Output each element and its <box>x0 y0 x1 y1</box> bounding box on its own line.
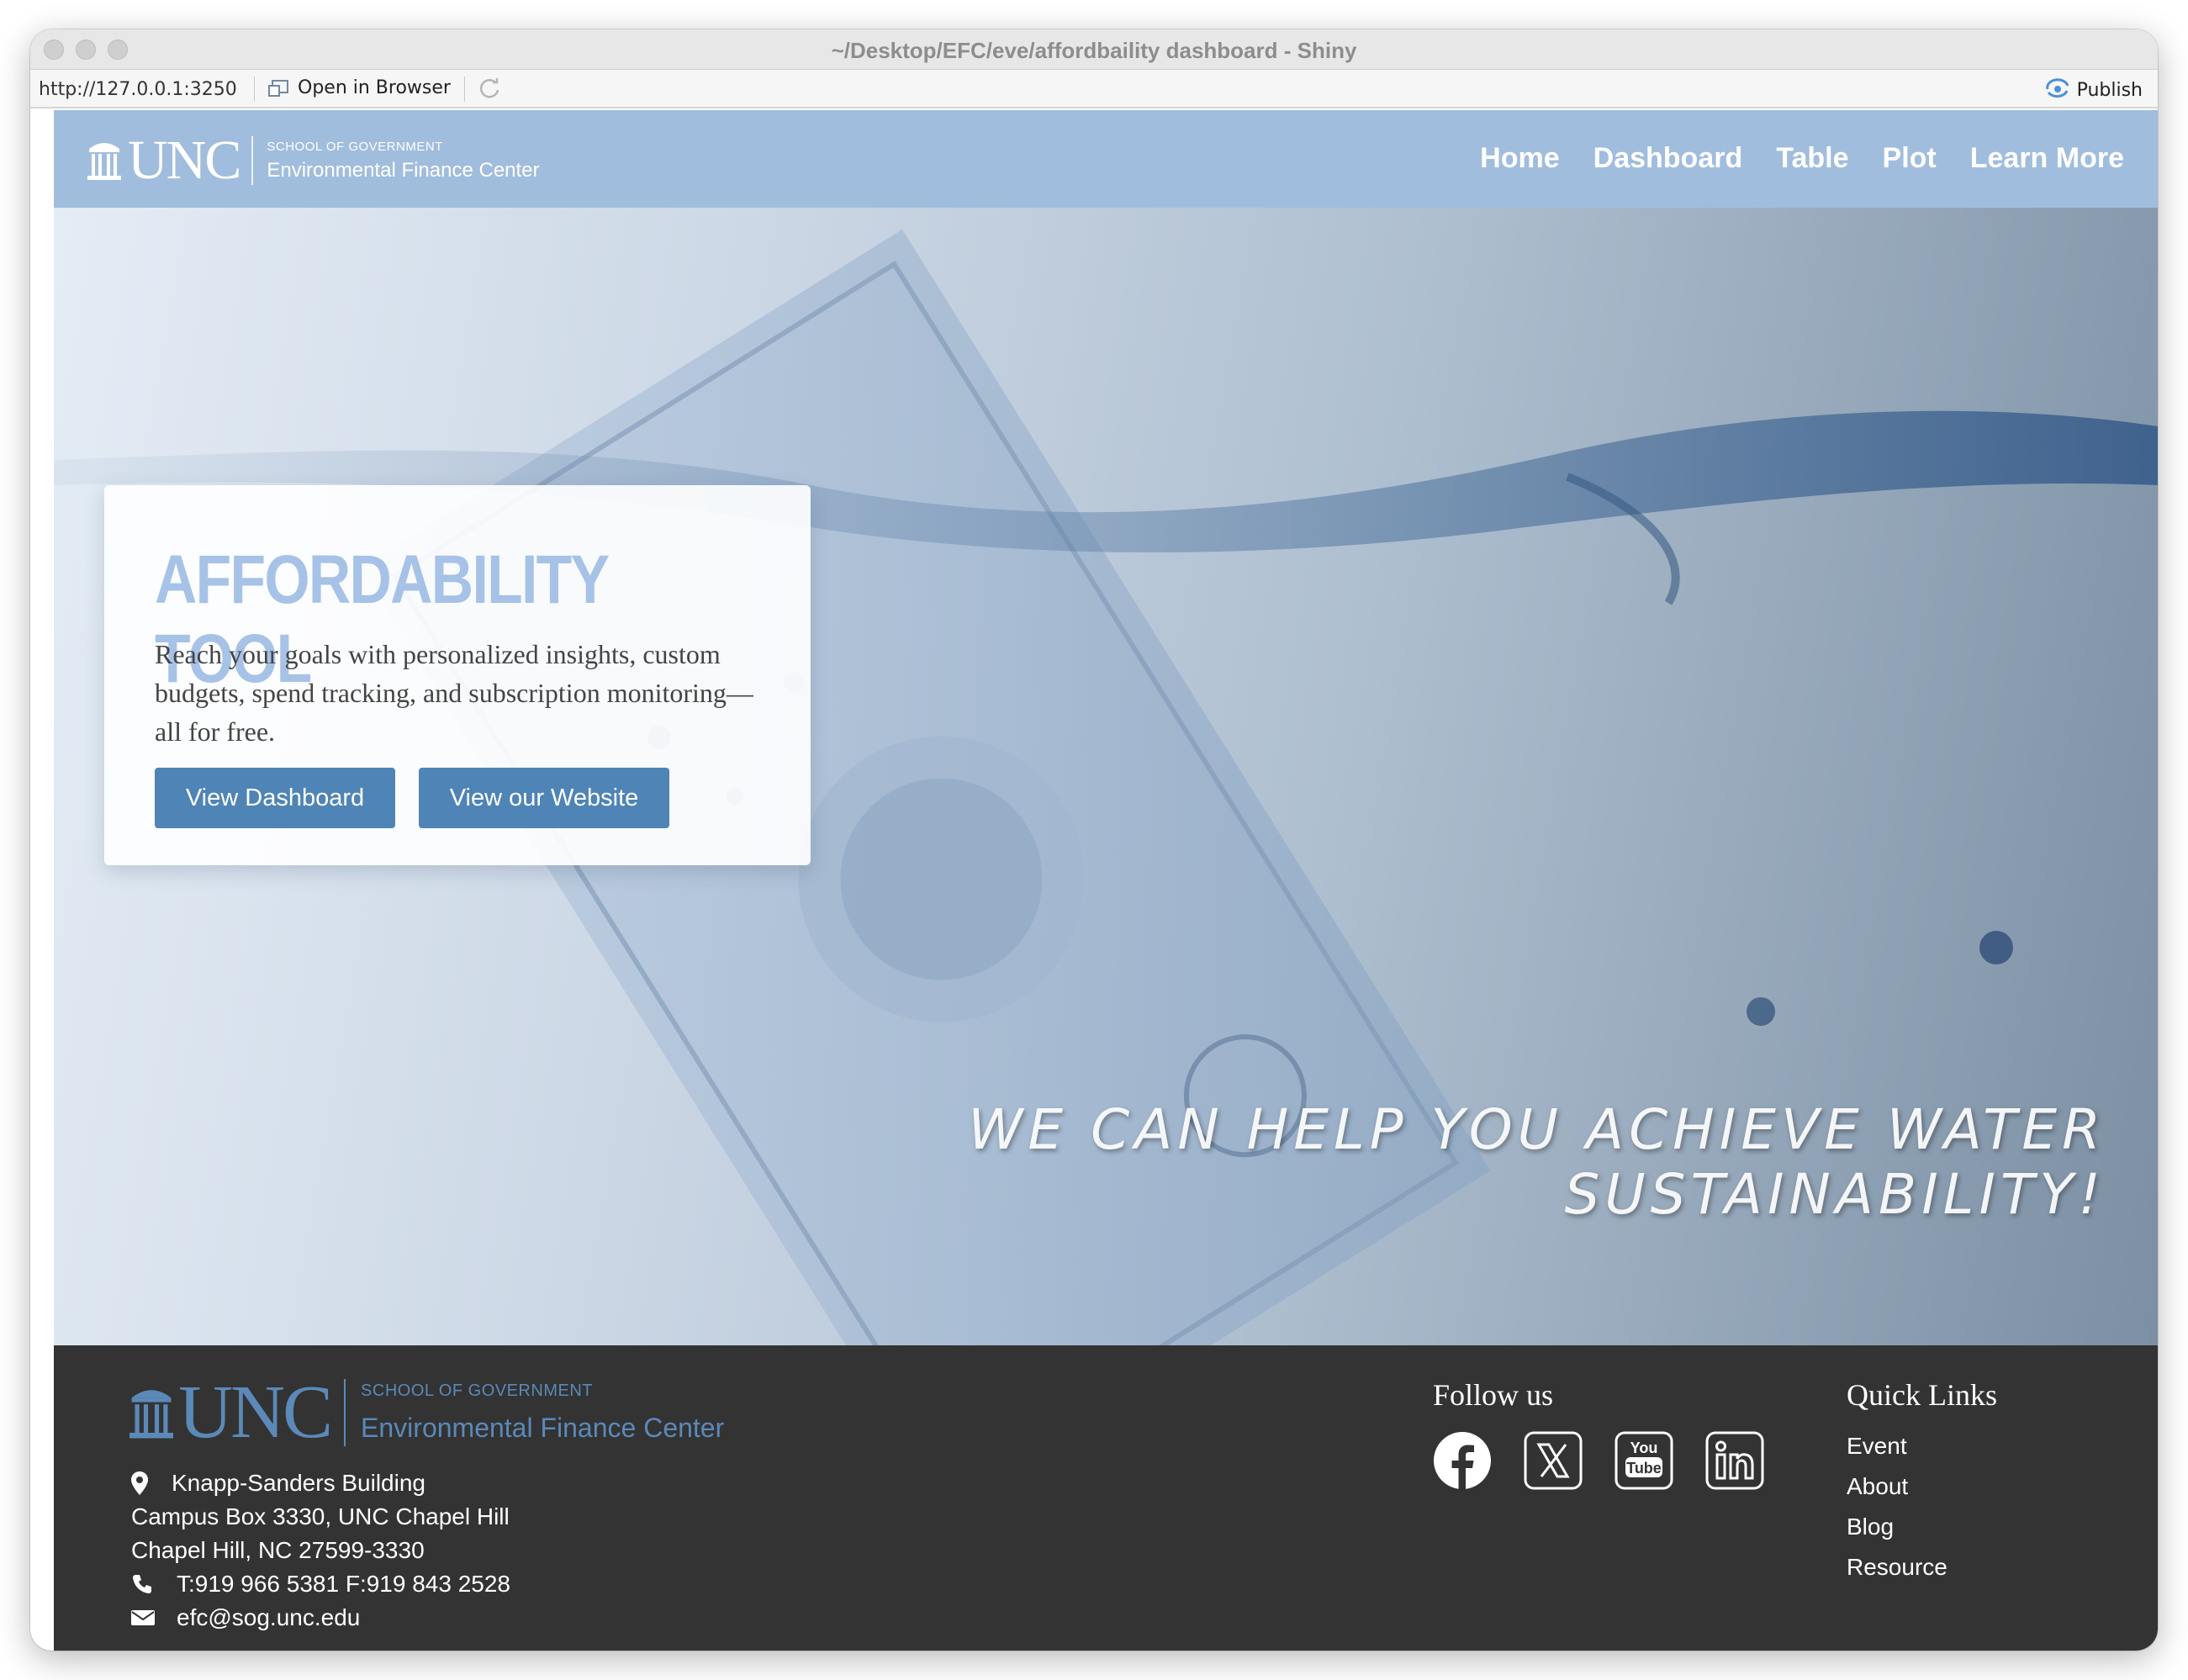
email-link[interactable]: efc@sog.unc.edu <box>177 1601 360 1635</box>
old-well-icon <box>87 137 121 185</box>
navbar: UNC SCHOOL OF GOVERNMENT Environmental F… <box>54 110 2158 208</box>
nav-dashboard[interactable]: Dashboard <box>1593 142 1743 175</box>
window-title: ~/Desktop/EFC/eve/affordbaility dashboar… <box>831 38 1357 63</box>
footer-brand-center: Environmental Finance Center <box>361 1413 725 1443</box>
map-marker-icon <box>131 1471 172 1495</box>
nav-plot[interactable]: Plot <box>1883 142 1937 175</box>
title-bar: ~/Desktop/EFC/eve/affordbaility dashboar… <box>30 29 2158 70</box>
open-in-browser-label: Open in Browser <box>298 77 451 98</box>
hero-slogan: WE CAN HELP YOU ACHIEVE WATER SUSTAINABI… <box>968 1097 2106 1227</box>
brand-logo[interactable]: UNC SCHOOL OF GOVERNMENT Environmental F… <box>87 129 540 191</box>
phone-icon <box>131 1573 177 1595</box>
address-line-1: Knapp-Sanders Building <box>172 1470 425 1496</box>
hero-card: AFFORDABILITY TOOL Reach your goals with… <box>104 485 811 865</box>
viewer-toolbar: http://127.0.0.1:3250 Open in Browser Pu… <box>30 70 2158 108</box>
quick-link-about[interactable]: About <box>1847 1473 1948 1500</box>
phone-fax: T:919 966 5381 F:919 843 2528 <box>177 1571 511 1597</box>
url-field[interactable]: http://127.0.0.1:3250 <box>39 79 237 100</box>
brand-school: SCHOOL OF GOVERNMENT <box>267 139 443 154</box>
quick-link-resource[interactable]: Resource <box>1847 1554 1948 1581</box>
footer-brand-logo[interactable]: UNC SCHOOL OF GOVERNMENT Environmental F… <box>129 1371 724 1454</box>
view-website-button[interactable]: View our Website <box>419 768 669 828</box>
nav-table[interactable]: Table <box>1776 142 1848 175</box>
linkedin-icon[interactable] <box>1705 1431 1764 1490</box>
quick-link-blog[interactable]: Blog <box>1847 1514 1948 1540</box>
footer-brand-text: SCHOOL OF GOVERNMENT Environmental Finan… <box>361 1382 724 1444</box>
address-line-3: Chapel Hill, NC 27599-3330 <box>131 1537 425 1563</box>
footer: UNC SCHOOL OF GOVERNMENT Environmental F… <box>54 1345 2158 1651</box>
nav-learn-more[interactable]: Learn More <box>1970 142 2124 175</box>
follow-us-title: Follow us <box>1433 1378 1554 1412</box>
publish-button[interactable]: Publish <box>2045 77 2143 103</box>
address-line-2: Campus Box 3330, UNC Chapel Hill <box>131 1503 510 1529</box>
svg-text:You: You <box>1630 1440 1658 1456</box>
toolbar-divider <box>254 77 255 102</box>
footer-brand-school: SCHOOL OF GOVERNMENT <box>361 1382 593 1400</box>
footer-brand-name: UNC <box>178 1371 333 1454</box>
brand-divider <box>251 136 254 185</box>
quick-links-title: Quick Links <box>1847 1378 1997 1412</box>
nav-menu: Home Dashboard Table Plot Learn More <box>1480 142 2124 175</box>
old-well-icon <box>129 1381 173 1445</box>
brand-text: SCHOOL OF GOVERNMENT Environmental Finan… <box>267 140 539 182</box>
nav-home[interactable]: Home <box>1480 142 1559 175</box>
footer-brand-divider <box>344 1379 346 1446</box>
x-twitter-icon[interactable] <box>1524 1431 1583 1490</box>
view-dashboard-button[interactable]: View Dashboard <box>155 768 395 828</box>
open-in-browser-button[interactable]: Open in Browser <box>267 77 451 98</box>
open-browser-icon <box>267 79 289 98</box>
brand-name: UNC <box>128 129 241 191</box>
app-window: ~/Desktop/EFC/eve/affordbaility dashboar… <box>30 29 2158 1651</box>
svg-text:Tube: Tube <box>1626 1460 1662 1477</box>
publish-icon <box>2045 77 2070 103</box>
refresh-icon[interactable] <box>476 75 503 102</box>
shiny-app: UNC SCHOOL OF GOVERNMENT Environmental F… <box>54 110 2158 1651</box>
social-links: You Tube <box>1433 1431 1764 1490</box>
quick-link-event[interactable]: Event <box>1847 1433 1948 1460</box>
hero-description: Reach your goals with personalized insig… <box>155 639 753 747</box>
facebook-icon[interactable] <box>1433 1431 1492 1490</box>
quick-links-list: Event About Blog Resource <box>1847 1433 1948 1581</box>
envelope-icon <box>131 1609 177 1627</box>
footer-address: Knapp-Sanders Building Campus Box 3330, … <box>131 1466 510 1635</box>
brand-center: Environmental Finance Center <box>267 158 540 182</box>
publish-label: Publish <box>2076 79 2143 101</box>
youtube-icon[interactable]: You Tube <box>1615 1431 1673 1490</box>
toolbar-divider <box>464 77 465 102</box>
